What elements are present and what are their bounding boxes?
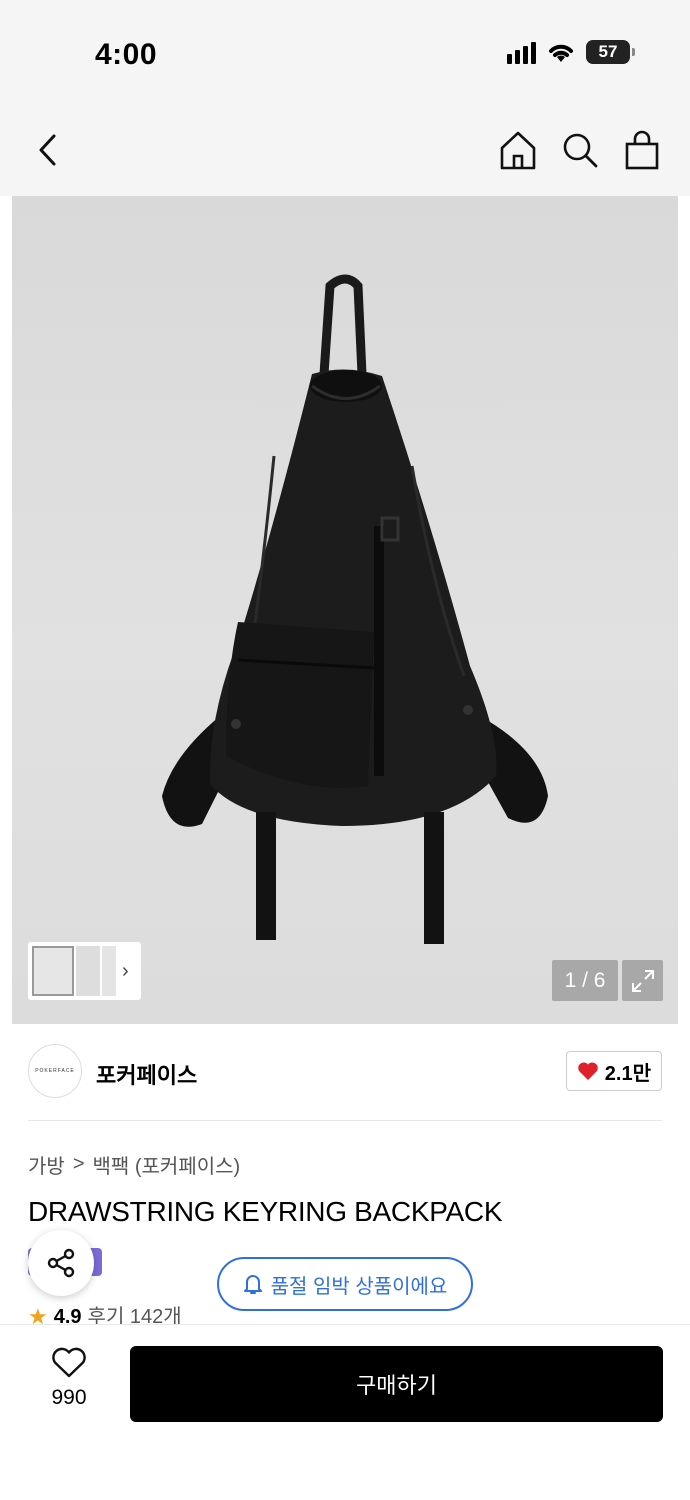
wishlist-count: 990 — [51, 1386, 87, 1409]
image-page-counter: 1 / 6 — [552, 960, 618, 1001]
back-chevron-icon[interactable] — [28, 128, 68, 172]
heart-outline-icon — [52, 1347, 86, 1378]
wifi-icon — [549, 44, 573, 62]
cellular-signal-icon — [507, 40, 536, 64]
product-image-gallery[interactable]: › 1 / 6 — [12, 196, 678, 1024]
product-image — [162, 274, 548, 944]
expand-icon — [631, 969, 654, 992]
wishlist-button[interactable]: 990 — [40, 1347, 98, 1410]
nav-bar — [0, 100, 690, 196]
thumbnail-image[interactable] — [102, 946, 116, 996]
breadcrumb-separator-icon: > — [72, 1153, 85, 1175]
product-title: DRAWSTRING KEYRING BACKPACK — [28, 1196, 503, 1227]
expand-button[interactable] — [622, 960, 663, 1001]
brand-like-button[interactable]: 2.1만 — [565, 1051, 662, 1091]
status-time: 4:00 — [95, 38, 158, 71]
status-bar: 4:00 57 — [0, 0, 690, 100]
thumbnail-image[interactable] — [32, 946, 74, 996]
bell-icon — [243, 1275, 262, 1294]
rating-row[interactable]: ★ 4.9 후기 142개 — [28, 1304, 182, 1326]
breadcrumb-category[interactable]: 가방 — [28, 1150, 65, 1179]
share-icon — [47, 1248, 75, 1278]
heart-filled-icon — [578, 1062, 598, 1080]
search-icon[interactable] — [560, 128, 600, 172]
breadcrumb: 가방 > 백팩 (포커페이스) — [28, 1150, 240, 1179]
soldout-notice-text: 품절 임박 상품이에요 — [270, 1275, 448, 1298]
rating-score: 4.9 — [53, 1306, 82, 1326]
status-icons: 57 — [507, 40, 635, 64]
breadcrumb-subcategory[interactable]: 백팩 (포커페이스) — [93, 1150, 241, 1179]
nav-actions — [498, 128, 662, 172]
thumbnail-strip[interactable]: › — [28, 942, 141, 1000]
battery-icon: 57 — [586, 40, 635, 64]
thumbnail-image[interactable] — [76, 946, 100, 996]
star-icon: ★ — [28, 1304, 48, 1326]
brand-like-count: 2.1만 — [604, 1062, 651, 1085]
home-icon[interactable] — [498, 128, 538, 172]
thumbnail-chevron-icon[interactable]: › — [122, 960, 129, 983]
divider — [28, 1120, 662, 1121]
review-count[interactable]: 후기 142개 — [88, 1304, 182, 1326]
bottom-action-bar: 990 구매하기 — [0, 1324, 690, 1500]
share-button[interactable] — [28, 1230, 94, 1296]
shopping-bag-icon[interactable] — [622, 128, 662, 172]
brand-row[interactable]: POKERFACE 포커페이스 2.1만 — [28, 1044, 662, 1100]
brand-logo[interactable]: POKERFACE — [28, 1044, 82, 1098]
brand-name[interactable]: 포커페이스 — [96, 1058, 197, 1090]
buy-button[interactable]: 구매하기 — [130, 1346, 663, 1422]
soldout-notice[interactable]: 품절 임박 상품이에요 — [217, 1257, 473, 1311]
